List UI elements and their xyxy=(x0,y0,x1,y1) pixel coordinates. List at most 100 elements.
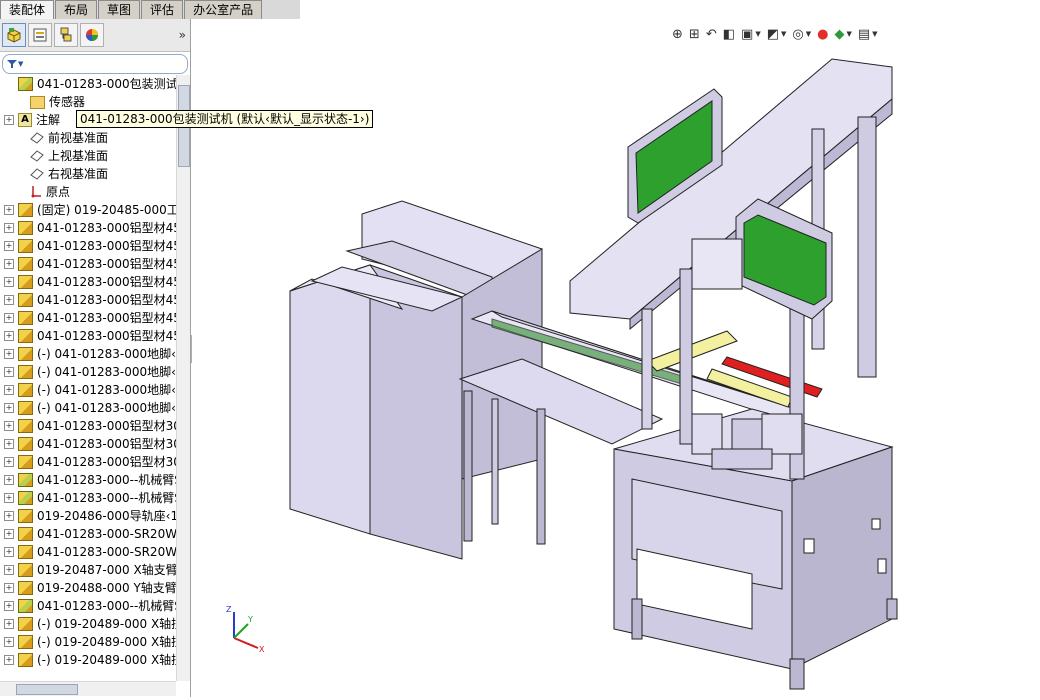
expand-toggle[interactable]: + xyxy=(4,619,14,629)
tree-item[interactable]: +041-01283-000-SR20W-滑 xyxy=(0,543,176,561)
tree-item[interactable]: 原点 xyxy=(0,183,176,201)
expand-toggle[interactable]: + xyxy=(4,115,14,125)
tree-horizontal-scrollbar[interactable] xyxy=(0,681,176,696)
expand-toggle[interactable]: + xyxy=(4,565,14,575)
expand-toggle[interactable]: + xyxy=(4,457,14,467)
view-orientation-dropdown[interactable]: ▼ xyxy=(755,30,760,38)
edit-appearance-icon[interactable]: ● xyxy=(817,27,828,42)
tree-item[interactable]: +041-01283-000铝型材45× xyxy=(0,309,176,327)
expand-toggle[interactable]: + xyxy=(4,439,14,449)
expand-toggle[interactable]: + xyxy=(4,367,14,377)
tree-item-label: 前视基准面 xyxy=(48,131,109,145)
tree-item[interactable]: + (-) 041-01283-000地脚‹ xyxy=(0,399,176,417)
expand-toggle[interactable]: + xyxy=(4,241,14,251)
expand-toggle[interactable]: + xyxy=(4,313,14,323)
tree-item[interactable]: + (固定) 019-20485-000工‹ xyxy=(0,201,176,219)
tree-item[interactable]: +041-01283-000铝型材30× xyxy=(0,417,176,435)
tree-item[interactable]: 传感器 xyxy=(0,93,176,111)
tree-item[interactable]: + (-) 041-01283-000地脚‹ xyxy=(0,381,176,399)
part-icon xyxy=(18,563,33,577)
expand-toggle[interactable]: + xyxy=(4,511,14,521)
previous-view-icon[interactable]: ↶ xyxy=(706,27,717,42)
tree-item[interactable]: +041-01283-000铝型材45× xyxy=(0,291,176,309)
tree-item[interactable]: +019-20486-000导轨座‹1› xyxy=(0,507,176,525)
tree-item-label: 右视基准面 xyxy=(48,167,109,181)
expand-toggle[interactable]: + xyxy=(4,331,14,341)
expand-toggle[interactable]: + xyxy=(4,295,14,305)
tree-item[interactable]: +041-01283-000铝型材45× xyxy=(0,327,176,345)
scrollbar-thumb[interactable] xyxy=(16,684,78,695)
tree-item-label: 041-01283-000铝型材45× xyxy=(37,329,176,343)
part-icon xyxy=(18,617,33,631)
tree-item[interactable]: +019-20487-000 X轴支臂底 xyxy=(0,561,176,579)
expand-toggle[interactable]: + xyxy=(4,475,14,485)
tree-item[interactable]: + (-) 019-20489-000 X轴扭 xyxy=(0,651,176,669)
expand-toggle[interactable]: + xyxy=(4,529,14,539)
tree-item[interactable]: +041-01283-000铝型材30× xyxy=(0,453,176,471)
filter-dropdown-arrow: ▼ xyxy=(18,60,24,68)
tree-item[interactable]: +041-01283-000--机械臂Sl xyxy=(0,471,176,489)
tree-item-label: (-) 041-01283-000地脚‹ xyxy=(37,383,176,397)
tab-assembly[interactable]: 装配体 xyxy=(0,0,55,19)
expand-toggle[interactable]: + xyxy=(4,403,14,413)
tab-office-products[interactable]: 办公室产品 xyxy=(184,0,263,19)
hide-show-dropdown[interactable]: ▼ xyxy=(806,30,811,38)
expand-toggle[interactable]: + xyxy=(4,223,14,233)
tab-evaluate[interactable]: 评估 xyxy=(141,0,184,19)
apply-scene-icon[interactable]: ◆ xyxy=(834,27,844,42)
part-icon xyxy=(18,221,33,235)
expand-toggle[interactable]: + xyxy=(4,259,14,269)
tab-sketch[interactable]: 草图 xyxy=(98,0,141,19)
tree-item[interactable]: +041-01283-000铝型材45× xyxy=(0,219,176,237)
view-settings-icon[interactable]: ▤ xyxy=(858,27,870,42)
triad-y-label: Y xyxy=(247,615,253,624)
tree-item[interactable]: 上视基准面 xyxy=(0,147,176,165)
tree-item[interactable]: + (-) 019-20489-000 X轴扭 xyxy=(0,633,176,651)
expand-toggle[interactable]: + xyxy=(4,385,14,395)
tree-item[interactable]: + (-) 019-20489-000 X轴扭 xyxy=(0,615,176,633)
property-manager-icon[interactable] xyxy=(28,23,52,47)
expand-toggle[interactable]: + xyxy=(4,637,14,647)
expand-toggle[interactable]: + xyxy=(4,421,14,431)
tree-item[interactable]: + (-) 041-01283-000地脚‹ xyxy=(0,345,176,363)
tree-item[interactable]: +041-01283-000-SR20W-滑 xyxy=(0,525,176,543)
tree-item[interactable]: +041-01283-000铝型材30× xyxy=(0,435,176,453)
apply-scene-dropdown[interactable]: ▼ xyxy=(846,30,851,38)
display-style-dropdown[interactable]: ▼ xyxy=(781,30,786,38)
tree-item[interactable]: 前视基准面 xyxy=(0,129,176,147)
tree-item[interactable]: +041-01283-000--机械臂Sl xyxy=(0,597,176,615)
tree-item-label: 上视基准面 xyxy=(48,149,109,163)
expand-toggle[interactable]: + xyxy=(4,277,14,287)
view-orientation-icon[interactable]: ▣ xyxy=(741,27,753,42)
tree-item[interactable]: + (-) 041-01283-000地脚‹ xyxy=(0,363,176,381)
expand-toggle[interactable]: + xyxy=(4,601,14,611)
hide-show-items-icon[interactable]: ◎ xyxy=(792,27,803,42)
tree-item[interactable]: 右视基准面 xyxy=(0,165,176,183)
tree-item[interactable]: +041-01283-000铝型材45× xyxy=(0,255,176,273)
tree-item[interactable]: +041-01283-000铝型材45× xyxy=(0,273,176,291)
configuration-manager-icon[interactable] xyxy=(54,23,78,47)
section-view-icon[interactable]: ◧ xyxy=(723,27,735,42)
tree-item[interactable]: +041-01283-000--机械臂Sl xyxy=(0,489,176,507)
expand-toggle[interactable]: + xyxy=(4,205,14,215)
expand-toggle[interactable]: + xyxy=(4,547,14,557)
tree-item[interactable]: +019-20488-000 Y轴支臂‹ xyxy=(0,579,176,597)
expand-toggle[interactable]: + xyxy=(4,583,14,593)
tree-item-label: 019-20487-000 X轴支臂底 xyxy=(37,563,176,577)
tree-item[interactable]: 041-01283-000包装测试机 xyxy=(0,75,176,93)
expand-toggle[interactable]: + xyxy=(4,493,14,503)
display-manager-icon[interactable] xyxy=(80,23,104,47)
tree-item[interactable]: +041-01283-000铝型材45× xyxy=(0,237,176,255)
expand-toggle[interactable]: + xyxy=(4,655,14,665)
tab-layout[interactable]: 布局 xyxy=(55,0,98,19)
zoom-to-fit-icon[interactable]: ⊕ xyxy=(672,27,683,42)
tree-vertical-scrollbar[interactable] xyxy=(176,75,190,681)
expand-toggle[interactable]: + xyxy=(4,349,14,359)
zoom-to-area-icon[interactable]: ⊞ xyxy=(689,27,700,42)
tree-filter[interactable]: ▼ xyxy=(2,54,188,74)
command-manager-tabs: 装配体 布局 草图 评估 办公室产品 xyxy=(0,0,300,19)
collapse-panel-button[interactable]: » xyxy=(179,28,186,42)
view-settings-dropdown[interactable]: ▼ xyxy=(872,30,877,38)
display-style-icon[interactable]: ◩ xyxy=(767,27,779,42)
feature-manager-icon[interactable] xyxy=(2,23,26,47)
